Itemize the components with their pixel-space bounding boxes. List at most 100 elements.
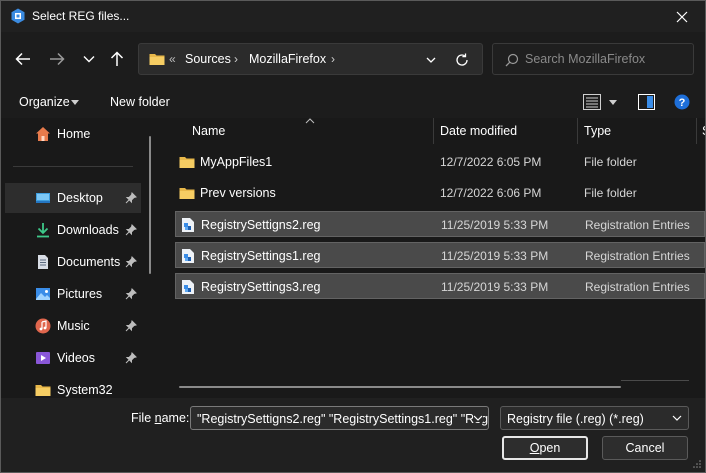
pin-icon[interactable] — [125, 288, 137, 300]
preview-pane-icon[interactable] — [638, 94, 655, 110]
file-row[interactable]: Prev versions 12/7/2022 6:06 PM File fol… — [175, 180, 705, 206]
horizontal-scrollbar[interactable] — [179, 386, 621, 388]
navigation-scrollbar[interactable] — [149, 136, 151, 274]
open-button-label: pen — [539, 441, 561, 455]
pin-icon[interactable] — [125, 352, 137, 364]
nav-item-label: Videos — [57, 351, 95, 365]
up-button[interactable] — [105, 48, 129, 70]
organize-menu[interactable]: Organize — [19, 95, 70, 109]
view-details-icon[interactable] — [583, 94, 601, 110]
column-divider[interactable] — [696, 118, 697, 144]
file-name: MyAppFiles1 — [200, 155, 273, 169]
close-icon — [676, 11, 688, 22]
file-name-field[interactable]: "RegistrySettigns2.reg" "RegistrySetting… — [190, 406, 489, 430]
open-button[interactable]: Open — [502, 436, 588, 460]
file-open-dialog: Select REG files... « Sources › MozillaF… — [0, 0, 706, 473]
app-icon — [11, 8, 25, 24]
pin-icon[interactable] — [125, 224, 137, 236]
caret-down-icon[interactable] — [71, 100, 79, 105]
address-overflow[interactable]: « — [169, 52, 176, 66]
file-name-value[interactable]: "RegistrySettigns2.reg" "RegistrySetting… — [197, 412, 488, 426]
file-date-modified: 11/25/2019 5:33 PM — [441, 249, 549, 263]
help-icon[interactable]: ? — [674, 94, 690, 110]
file-type: Registration Entries — [585, 249, 690, 263]
chevron-down-icon — [672, 415, 682, 421]
folder-icon — [179, 188, 195, 199]
nav-item-label: Downloads — [57, 223, 119, 237]
breadcrumb-separator[interactable]: › — [331, 52, 335, 66]
breadcrumb-sources[interactable]: Sources — [185, 52, 231, 66]
file-row[interactable]: MyAppFiles1 12/7/2022 6:05 PM File folde… — [175, 149, 705, 175]
chevron-down-icon — [83, 56, 95, 63]
search-icon — [505, 53, 519, 67]
sort-ascending-icon — [305, 118, 315, 124]
nav-item-videos[interactable]: Videos — [5, 343, 141, 373]
file-row[interactable]: RegistrySettings1.reg 11/25/2019 5:33 PM… — [175, 242, 705, 268]
file-type: File folder — [584, 155, 637, 169]
recent-locations-button[interactable] — [77, 48, 101, 70]
chevron-down-icon[interactable] — [473, 414, 483, 422]
reg-file-icon — [182, 218, 194, 232]
folder-icon — [179, 157, 195, 168]
column-divider[interactable] — [577, 118, 578, 144]
nav-divider — [13, 166, 133, 167]
column-header-name[interactable]: Name — [192, 118, 225, 144]
folder-icon — [35, 385, 51, 396]
new-folder-button[interactable]: New folder — [110, 95, 170, 109]
picture-icon — [36, 288, 50, 300]
file-type: File folder — [584, 186, 637, 200]
refresh-icon[interactable] — [454, 52, 470, 68]
pin-icon[interactable] — [125, 320, 137, 332]
breadcrumb-mozillafirefox[interactable]: MozillaFirefox — [249, 52, 326, 66]
cancel-button-label: Cancel — [625, 441, 665, 455]
title-bar: Select REG files... — [1, 1, 705, 32]
file-type: Registration Entries — [585, 218, 690, 232]
pin-icon[interactable] — [125, 256, 137, 268]
cancel-button[interactable]: Cancel — [602, 436, 688, 460]
caret-down-icon[interactable] — [609, 100, 617, 105]
forward-arrow-icon — [50, 52, 65, 66]
nav-item-music[interactable]: Music — [5, 311, 141, 341]
nav-item-label: Pictures — [57, 287, 103, 301]
up-arrow-icon — [110, 51, 124, 66]
nav-item-pictures[interactable]: Pictures — [5, 279, 141, 309]
column-divider[interactable] — [433, 118, 434, 144]
chevron-down-icon[interactable] — [424, 53, 438, 67]
video-icon — [36, 352, 50, 364]
music-icon — [35, 318, 51, 334]
address-bar[interactable]: « Sources › MozillaFirefox › — [138, 43, 483, 75]
column-header-size[interactable]: S — [702, 118, 705, 144]
back-button[interactable] — [11, 48, 35, 70]
file-name: RegistrySettings1.reg — [201, 249, 321, 263]
reg-file-icon — [182, 249, 194, 263]
search-input[interactable] — [525, 46, 685, 72]
nav-item-desktop[interactable]: Desktop — [5, 183, 141, 213]
reg-file-icon — [182, 280, 194, 294]
nav-item-label: Music — [57, 319, 90, 333]
file-date-modified: 11/25/2019 5:33 PM — [441, 218, 549, 232]
navigation-pane: Home Desktop Downloads Documents Picture… — [1, 118, 161, 398]
file-date-modified: 12/7/2022 6:05 PM — [440, 155, 542, 169]
close-button[interactable] — [659, 1, 705, 32]
folder-icon — [149, 54, 165, 65]
open-button-accelerator: O — [529, 441, 540, 455]
pin-icon[interactable] — [125, 192, 137, 204]
document-icon — [38, 255, 48, 269]
file-row[interactable]: RegistrySettings3.reg 11/25/2019 5:33 PM… — [175, 273, 705, 299]
forward-button[interactable] — [45, 48, 69, 70]
nav-item-system32[interactable]: System32 — [5, 375, 141, 398]
nav-item-home[interactable]: Home — [5, 119, 141, 149]
file-row[interactable]: RegistrySettigns2.reg 11/25/2019 5:33 PM… — [175, 211, 705, 237]
column-header-date-modified[interactable]: Date modified — [440, 118, 517, 144]
nav-item-downloads[interactable]: Downloads — [5, 215, 141, 245]
search-box[interactable] — [492, 43, 694, 75]
column-header-type[interactable]: Type — [584, 118, 611, 144]
breadcrumb-separator[interactable]: › — [234, 52, 238, 66]
nav-item-label: Desktop — [57, 191, 103, 205]
nav-item-label: Documents — [57, 255, 121, 269]
file-name: RegistrySettings3.reg — [201, 280, 321, 294]
file-type-filter-select[interactable]: Registry file (.reg) (*.reg) — [500, 406, 689, 430]
nav-item-documents[interactable]: Documents — [5, 247, 141, 277]
resize-grip-icon[interactable] — [692, 459, 702, 469]
file-name: Prev versions — [200, 186, 276, 200]
